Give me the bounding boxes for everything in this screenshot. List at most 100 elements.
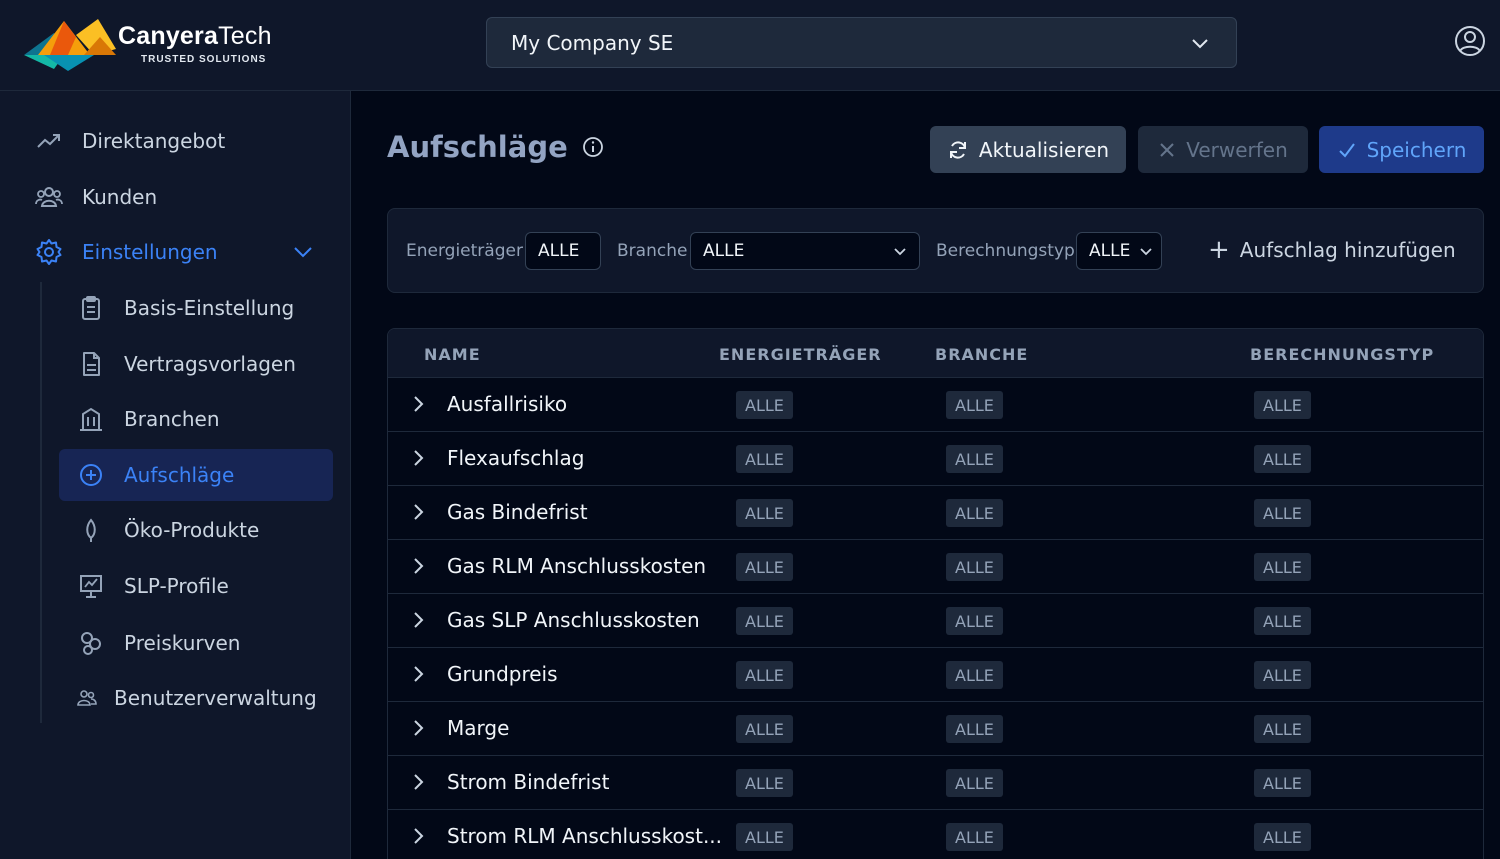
chevron-down-icon[interactable] — [292, 241, 314, 263]
building-icon — [76, 404, 106, 434]
table-row[interactable]: Ausfallrisiko ALLE ALLE ALLE — [388, 378, 1483, 432]
table-header: NAME ENERGIETRÄGER BRANCHE BERECHNUNGSTY… — [388, 329, 1483, 378]
submenu-divider-line — [40, 282, 42, 723]
chevron-right-icon[interactable] — [410, 502, 426, 522]
sidebar-item-branchen[interactable]: Branchen — [76, 399, 220, 439]
berechnungstyp-filter-label: Berechnungstyp — [936, 241, 1075, 261]
sidebar-item-oeko-produkte[interactable]: Öko-Produkte — [76, 510, 259, 550]
user-account-icon[interactable] — [1454, 25, 1486, 57]
brand-name-bold: Canyera — [118, 21, 219, 50]
row-name: Grundpreis — [447, 662, 558, 686]
table-row[interactable]: Gas SLP Anschlusskosten ALLE ALLE ALLE — [388, 594, 1483, 648]
info-icon[interactable] — [582, 136, 604, 158]
berechnungstyp-badge: ALLE — [1254, 445, 1311, 473]
discard-button-label: Verwerfen — [1186, 137, 1288, 162]
berechnungstyp-badge: ALLE — [1254, 391, 1311, 419]
sidebar-item-kunden[interactable]: Kunden — [34, 177, 157, 217]
circles-icon — [76, 628, 106, 658]
energietraeger-badge: ALLE — [736, 391, 793, 419]
energietraeger-badge: ALLE — [736, 607, 793, 635]
energietraeger-badge: ALLE — [736, 769, 793, 797]
sidebar-item-label: Branchen — [124, 407, 220, 431]
chevron-right-icon[interactable] — [410, 610, 426, 630]
chevron-right-icon[interactable] — [410, 718, 426, 738]
branche-filter-select[interactable]: ALLE — [690, 232, 920, 270]
users-icon — [34, 182, 64, 212]
sidebar-item-vertragsvorlagen[interactable]: Vertragsvorlagen — [76, 344, 296, 384]
column-header-berechnungstyp[interactable]: BERECHNUNGSTYP — [1250, 345, 1434, 364]
plus-icon: + — [1208, 235, 1230, 265]
chevron-right-icon[interactable] — [410, 826, 426, 846]
save-button[interactable]: Speichern — [1319, 126, 1484, 173]
add-aufschlag-button[interactable]: + Aufschlag hinzufügen — [1208, 235, 1456, 265]
refresh-button[interactable]: Aktualisieren — [930, 126, 1126, 173]
filter-bar: Energieträger ALLE Branche ALLE Berechnu… — [387, 208, 1484, 293]
refresh-button-label: Aktualisieren — [978, 137, 1110, 162]
leaf-icon — [76, 515, 106, 545]
column-header-energietraeger[interactable]: ENERGIETRÄGER — [719, 345, 882, 364]
brand-logo[interactable]: CanyeraTech TRUSTED SOLUTIONS — [24, 14, 272, 74]
sidebar-item-aufschlaege[interactable]: Aufschläge — [76, 455, 234, 495]
table-row[interactable]: Flexaufschlag ALLE ALLE ALLE — [388, 432, 1483, 486]
company-select[interactable]: My Company SE — [486, 17, 1237, 68]
sidebar-item-slp-profile[interactable]: SLP-Profile — [76, 566, 229, 606]
row-name: Strom RLM Anschlusskost... — [447, 824, 723, 848]
sidebar-item-label: Basis-Einstellung — [124, 296, 295, 320]
row-name: Ausfallrisiko — [447, 392, 568, 416]
column-header-branche[interactable]: BRANCHE — [935, 345, 1028, 364]
chevron-right-icon[interactable] — [410, 556, 426, 576]
sidebar-item-label: Preiskurven — [124, 631, 241, 655]
sidebar-item-einstellungen[interactable]: Einstellungen — [34, 232, 218, 272]
save-button-label: Speichern — [1366, 137, 1467, 162]
chevron-right-icon[interactable] — [410, 772, 426, 792]
table-row[interactable]: Gas Bindefrist ALLE ALLE ALLE — [388, 486, 1483, 540]
table-row[interactable]: Marge ALLE ALLE ALLE — [388, 702, 1483, 756]
sidebar-item-benutzerverwaltung[interactable]: Benutzerverwaltung — [76, 678, 317, 718]
branche-badge: ALLE — [946, 823, 1003, 851]
berechnungstyp-badge: ALLE — [1254, 499, 1311, 527]
energietraeger-badge: ALLE — [736, 499, 793, 527]
row-name: Flexaufschlag — [447, 446, 585, 470]
row-name: Strom Bindefrist — [447, 770, 610, 794]
sidebar-item-basis-einstellung[interactable]: Basis-Einstellung — [76, 288, 294, 328]
chevron-right-icon[interactable] — [410, 448, 426, 468]
branche-badge: ALLE — [946, 661, 1003, 689]
energietraeger-badge: ALLE — [736, 553, 793, 581]
chevron-right-icon[interactable] — [410, 394, 426, 414]
sidebar-item-label: SLP-Profile — [124, 574, 229, 598]
chart-board-icon — [76, 571, 106, 601]
table-row[interactable]: Strom Bindefrist ALLE ALLE ALLE — [388, 756, 1483, 810]
document-icon — [76, 349, 106, 379]
sidebar-item-label: Vertragsvorlagen — [124, 352, 296, 376]
energietraeger-badge: ALLE — [736, 661, 793, 689]
energietraeger-filter-value: ALLE — [538, 241, 580, 261]
branche-badge: ALLE — [946, 769, 1003, 797]
chevron-down-icon — [1140, 248, 1152, 256]
energietraeger-filter-label: Energieträger — [406, 241, 523, 261]
app-header: CanyeraTech TRUSTED SOLUTIONS My Company… — [0, 0, 1500, 91]
discard-button[interactable]: Verwerfen — [1138, 126, 1308, 173]
chevron-right-icon[interactable] — [410, 664, 426, 684]
berechnungstyp-filter-select[interactable]: ALLE — [1076, 232, 1162, 270]
energietraeger-badge: ALLE — [736, 823, 793, 851]
berechnungstyp-badge: ALLE — [1254, 823, 1311, 851]
sidebar-item-preiskurven[interactable]: Preiskurven — [76, 623, 240, 663]
berechnungstyp-badge: ALLE — [1254, 769, 1311, 797]
table-row[interactable]: Gas RLM Anschlusskosten ALLE ALLE ALLE — [388, 540, 1483, 594]
row-name: Gas RLM Anschlusskosten — [447, 554, 707, 578]
sidebar-item-direktangebot[interactable]: Direktangebot — [34, 121, 225, 161]
column-header-name[interactable]: NAME — [424, 345, 481, 364]
check-icon — [1338, 142, 1355, 158]
table-row[interactable]: Strom RLM Anschlusskost... ALLE ALLE ALLE — [388, 810, 1483, 859]
branche-badge: ALLE — [946, 391, 1003, 419]
row-name: Gas SLP Anschlusskosten — [447, 608, 700, 632]
energietraeger-filter-select[interactable]: ALLE — [525, 232, 601, 270]
sidebar-item-label: Benutzerverwaltung — [114, 686, 317, 710]
table-row[interactable]: Grundpreis ALLE ALLE ALLE — [388, 648, 1483, 702]
row-name: Gas Bindefrist — [447, 500, 588, 524]
user-group-icon — [76, 683, 98, 713]
sidebar-item-label: Öko-Produkte — [124, 518, 260, 542]
berechnungstyp-badge: ALLE — [1254, 553, 1311, 581]
clipboard-icon — [76, 293, 106, 323]
branche-filter-value: ALLE — [703, 241, 745, 261]
